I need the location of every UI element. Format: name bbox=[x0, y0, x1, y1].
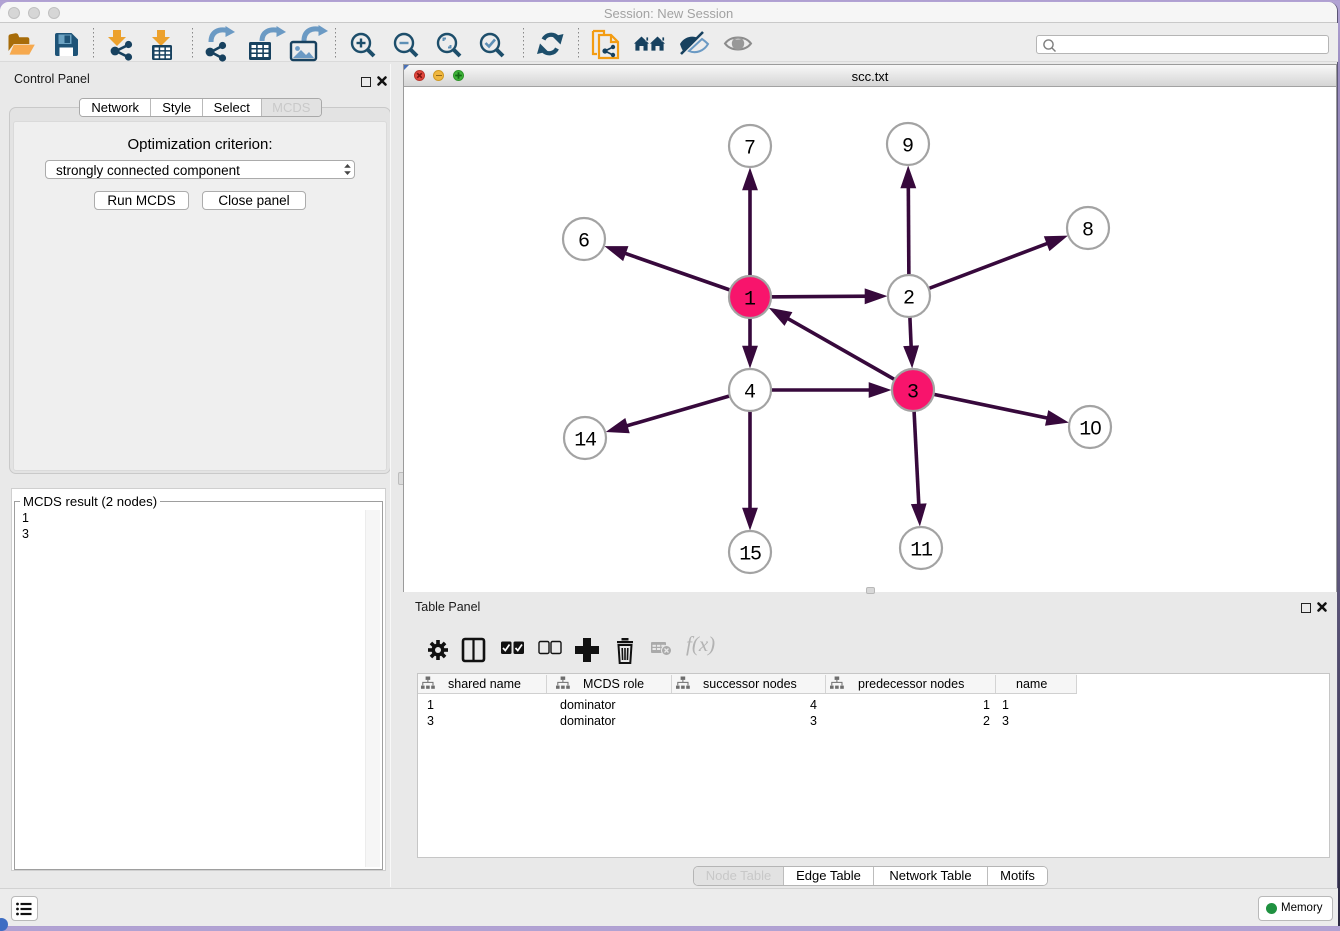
svg-text:4: 4 bbox=[744, 382, 756, 405]
svg-text:3: 3 bbox=[907, 382, 919, 405]
svg-text:7: 7 bbox=[744, 138, 756, 161]
svg-text:15: 15 bbox=[739, 544, 761, 567]
svg-text:8: 8 bbox=[1082, 220, 1094, 243]
svg-text:2: 2 bbox=[903, 288, 915, 311]
svg-text:11: 11 bbox=[910, 540, 933, 563]
svg-text:6: 6 bbox=[578, 231, 590, 254]
svg-text:9: 9 bbox=[902, 136, 914, 159]
svg-text:1: 1 bbox=[744, 289, 756, 312]
svg-text:14: 14 bbox=[574, 430, 596, 453]
